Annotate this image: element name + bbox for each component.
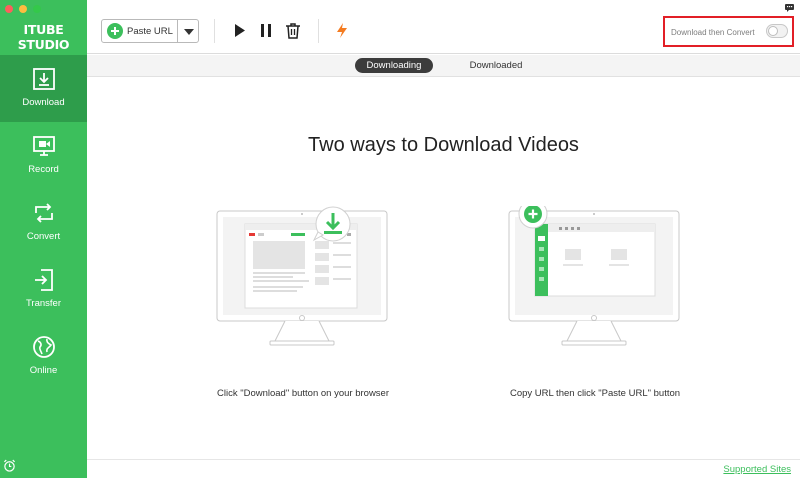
sidebar-item-label: Download (22, 97, 65, 108)
trash-icon[interactable] (285, 22, 301, 39)
globe-icon (32, 336, 55, 358)
download-then-convert-control: Download then Convert (663, 16, 794, 47)
sidebar-item-label: Online (29, 365, 58, 376)
pause-icon[interactable] (258, 22, 274, 39)
tab-downloaded[interactable]: Downloaded (457, 58, 535, 73)
chat-bubble-icon[interactable] (785, 4, 794, 12)
footer-bar: Supported Sites (87, 459, 800, 478)
plus-icon (107, 23, 123, 39)
chevron-down-icon[interactable] (184, 29, 194, 35)
lightning-icon[interactable] (334, 22, 350, 39)
main-content: Two ways to Download Videos Click "Downl… (87, 78, 800, 459)
toggle-knob (768, 26, 778, 36)
divider (214, 19, 215, 43)
tab-downloading[interactable]: Downloading (355, 58, 433, 73)
app-window: ITUBE STUDIO Download Record Convert Tra… (0, 0, 800, 478)
sidebar-item-label: Transfer (25, 298, 62, 309)
alarm-clock-icon[interactable] (3, 459, 16, 472)
page-title: Two ways to Download Videos (308, 134, 579, 156)
paste-url-button[interactable]: Paste URL (101, 19, 199, 43)
record-icon (32, 136, 55, 156)
divider (318, 19, 319, 43)
paste-url-caption: Copy URL then click "Paste URL" button (509, 388, 681, 399)
download-tabs: Downloading Downloaded (87, 55, 800, 77)
transfer-icon (34, 269, 53, 291)
divider (177, 20, 178, 42)
zoom-window-button[interactable] (33, 5, 41, 13)
sidebar-item-convert[interactable]: Convert (0, 189, 87, 256)
convert-icon (34, 203, 53, 223)
supported-sites-link[interactable]: Supported Sites (723, 464, 791, 475)
sidebar-item-download[interactable]: Download (0, 55, 87, 122)
paste-url-label: Paste URL (127, 26, 173, 37)
browser-download-illustration (216, 206, 388, 346)
sidebar-item-label: Record (28, 164, 59, 175)
app-logo: ITUBE STUDIO (17, 22, 70, 52)
close-window-button[interactable] (5, 5, 13, 13)
sidebar: ITUBE STUDIO Download Record Convert Tra… (0, 0, 87, 478)
download-then-convert-label: Download then Convert (671, 28, 755, 37)
minimize-window-button[interactable] (19, 5, 27, 13)
browser-download-caption: Click "Download" button on your browser (216, 388, 390, 399)
download-icon (32, 68, 55, 90)
sidebar-item-online[interactable]: Online (0, 323, 87, 390)
sidebar-item-transfer[interactable]: Transfer (0, 256, 87, 323)
download-then-convert-toggle[interactable] (766, 24, 788, 38)
paste-url-illustration (508, 206, 680, 346)
play-icon[interactable] (232, 22, 248, 39)
sidebar-item-record[interactable]: Record (0, 122, 87, 189)
sidebar-item-label: Convert (26, 231, 61, 242)
